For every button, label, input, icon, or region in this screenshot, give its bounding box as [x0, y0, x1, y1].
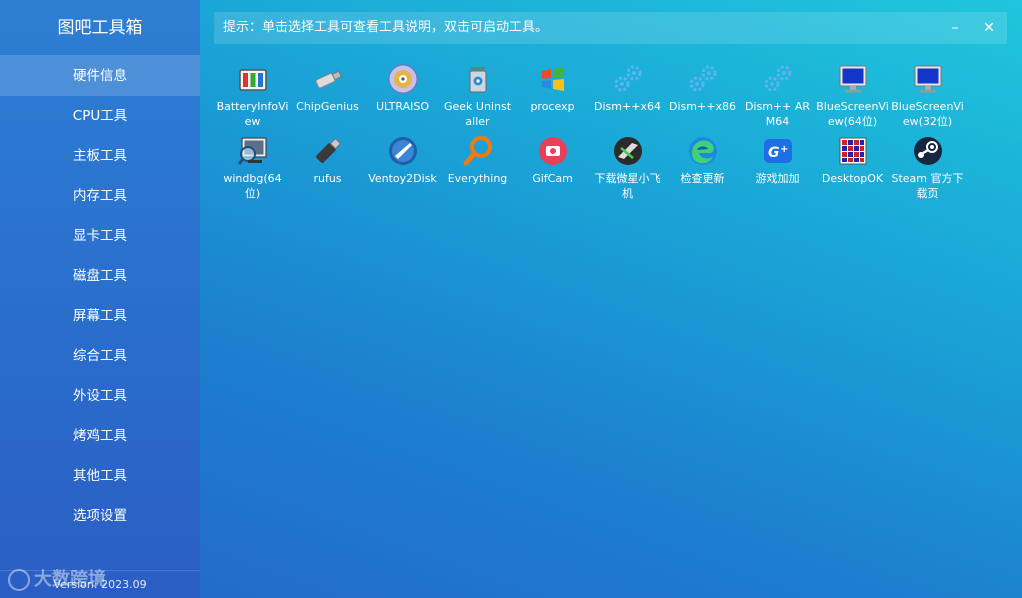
tool-windbg-64[interactable]: windbg(64位): [215, 132, 290, 202]
edge-icon: [688, 137, 717, 165]
tool-desktopok[interactable]: DesktopOK: [815, 132, 890, 202]
monitor-icon: [839, 65, 866, 93]
tool-batteryinfoview[interactable]: BatteryInfoView: [215, 60, 290, 130]
sidebar-item-stress-tools[interactable]: 烤鸡工具: [0, 416, 200, 456]
tool-rufus[interactable]: rufus: [290, 132, 365, 202]
sidebar-item-disk-tools[interactable]: 磁盘工具: [0, 256, 200, 296]
sidebar-item-motherboard-tools[interactable]: 主板工具: [0, 136, 200, 176]
gears-icon: [614, 65, 641, 92]
sidebar-item-other-tools[interactable]: 其他工具: [0, 456, 200, 496]
tool-bluescreenview-32[interactable]: BlueScreenView(32位): [890, 60, 965, 130]
sidebar: 图吧工具箱 硬件信息 CPU工具 主板工具 内存工具 显卡工具 磁盘工具 屏幕工…: [0, 0, 200, 598]
debug-monitor-icon: [237, 137, 267, 165]
afterburner-icon: [613, 137, 642, 165]
app-title: 图吧工具箱: [0, 0, 200, 56]
usb-drive-icon: [315, 70, 342, 89]
sidebar-item-peripheral-tools[interactable]: 外设工具: [0, 376, 200, 416]
svg-text:+: +: [780, 144, 788, 155]
tool-dism-x64[interactable]: Dism++x64: [590, 60, 665, 130]
sidebar-item-screen-tools[interactable]: 屏幕工具: [0, 296, 200, 336]
battery-icon: [238, 69, 267, 91]
game-plus-icon: G +: [763, 139, 792, 163]
close-button[interactable]: ✕: [977, 16, 1001, 40]
hint-bar: 提示：单击选择工具可查看工具说明，双击可启动工具。 – ✕: [214, 12, 1007, 44]
desktop-grid-icon: [839, 137, 866, 165]
tool-dism-arm64[interactable]: Dism++ ARM64: [740, 60, 815, 130]
sidebar-nav: 硬件信息 CPU工具 主板工具 内存工具 显卡工具 磁盘工具 屏幕工具 综合工具…: [0, 56, 200, 536]
tool-procexp[interactable]: procexp: [515, 60, 590, 130]
minimize-button[interactable]: –: [943, 16, 967, 40]
sidebar-item-combined-tools[interactable]: 综合工具: [0, 336, 200, 376]
trash-can-icon: [469, 67, 486, 93]
gears-icon: [764, 65, 791, 92]
hint-text: 提示：单击选择工具可查看工具说明，双击可启动工具。: [223, 20, 549, 35]
usb-stick-icon: [315, 137, 341, 163]
svg-text:G: G: [768, 145, 780, 161]
gears-icon: [689, 65, 716, 92]
monitor-icon: [914, 65, 941, 93]
sidebar-item-cpu-tools[interactable]: CPU工具: [0, 96, 200, 136]
tool-gifcam[interactable]: GifCam: [515, 132, 590, 202]
tool-steam-download[interactable]: Steam 官方下载页: [890, 132, 965, 202]
version-label: Version: 2023.09: [0, 570, 200, 598]
sidebar-item-settings[interactable]: 选项设置: [0, 496, 200, 536]
magnifier-icon: [463, 136, 492, 166]
sidebar-item-hardware-info[interactable]: 硬件信息: [0, 56, 200, 96]
steam-icon: [913, 137, 942, 165]
tool-ventoy2disk[interactable]: Ventoy2Disk: [365, 132, 440, 202]
tool-bluescreenview-64[interactable]: BlueScreenView(64位): [815, 60, 890, 130]
tool-ultraiso[interactable]: ULTRAISO: [365, 60, 440, 130]
tool-msi-afterburner[interactable]: 下载微星小飞机: [590, 132, 665, 202]
tool-geek-uninstaller[interactable]: Geek Uninstaller: [440, 60, 515, 130]
tool-check-update[interactable]: 检查更新: [665, 132, 740, 202]
camera-icon: [538, 137, 567, 165]
tool-dism-x86[interactable]: Dism++x86: [665, 60, 740, 130]
sidebar-item-gpu-tools[interactable]: 显卡工具: [0, 216, 200, 256]
ventoy-icon: [388, 137, 417, 165]
windows-logo-icon: [541, 67, 564, 91]
disc-icon: [388, 64, 417, 94]
sidebar-item-memory-tools[interactable]: 内存工具: [0, 176, 200, 216]
tool-everything[interactable]: Everything: [440, 132, 515, 202]
tool-game-plus[interactable]: G + 游戏加加: [740, 132, 815, 202]
tool-chipgenius[interactable]: ChipGenius: [290, 60, 365, 130]
